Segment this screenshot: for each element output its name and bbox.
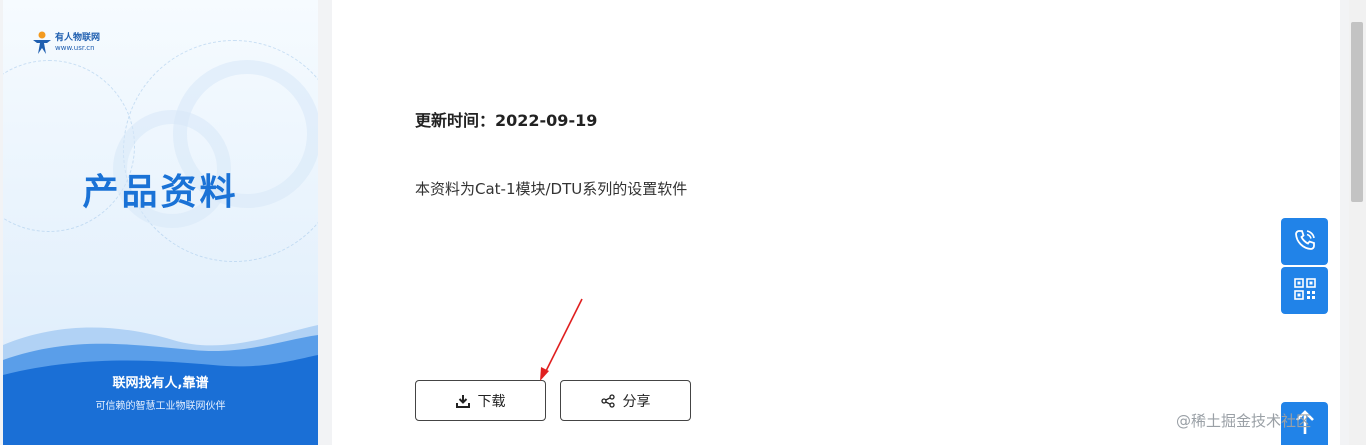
qr-code-icon (1293, 277, 1316, 304)
share-icon (600, 393, 615, 408)
logo-icon (31, 30, 53, 56)
qr-code-button[interactable] (1281, 267, 1328, 314)
scrollbar-thumb[interactable] (1351, 22, 1363, 202)
slogan: 联网找有人,靠谱 (112, 376, 209, 391)
product-banner: 有人物联网 www.usr.cn 产品资料 联网找有人,靠谱 可信赖的智慧工业物… (3, 0, 318, 445)
download-label: 下载 (477, 393, 506, 410)
brand-logo[interactable]: 有人物联网 www.usr.cn (31, 30, 100, 56)
download-button[interactable]: 下载 (415, 380, 546, 421)
download-icon (455, 394, 470, 408)
banner-title: 产品资料 (82, 172, 239, 213)
logo-name: 有人物联网 (55, 33, 101, 43)
update-time: 更新时间：2022-09-19 (415, 111, 598, 130)
content-card (332, 0, 1340, 445)
annotation-arrow (540, 298, 583, 381)
slogan-subtitle: 可信赖的智慧工业物联网伙伴 (95, 401, 226, 412)
share-label: 分享 (622, 393, 651, 410)
logo-url: www.usr.cn (55, 44, 95, 52)
share-button[interactable]: 分享 (560, 380, 691, 421)
description-text: 本资料为Cat-1模块/DTU系列的设置软件 (415, 180, 688, 198)
watermark-text: @稀土掘金技术社区 (1176, 412, 1312, 430)
phone-icon (1293, 228, 1317, 256)
contact-phone-button[interactable] (1281, 218, 1328, 265)
